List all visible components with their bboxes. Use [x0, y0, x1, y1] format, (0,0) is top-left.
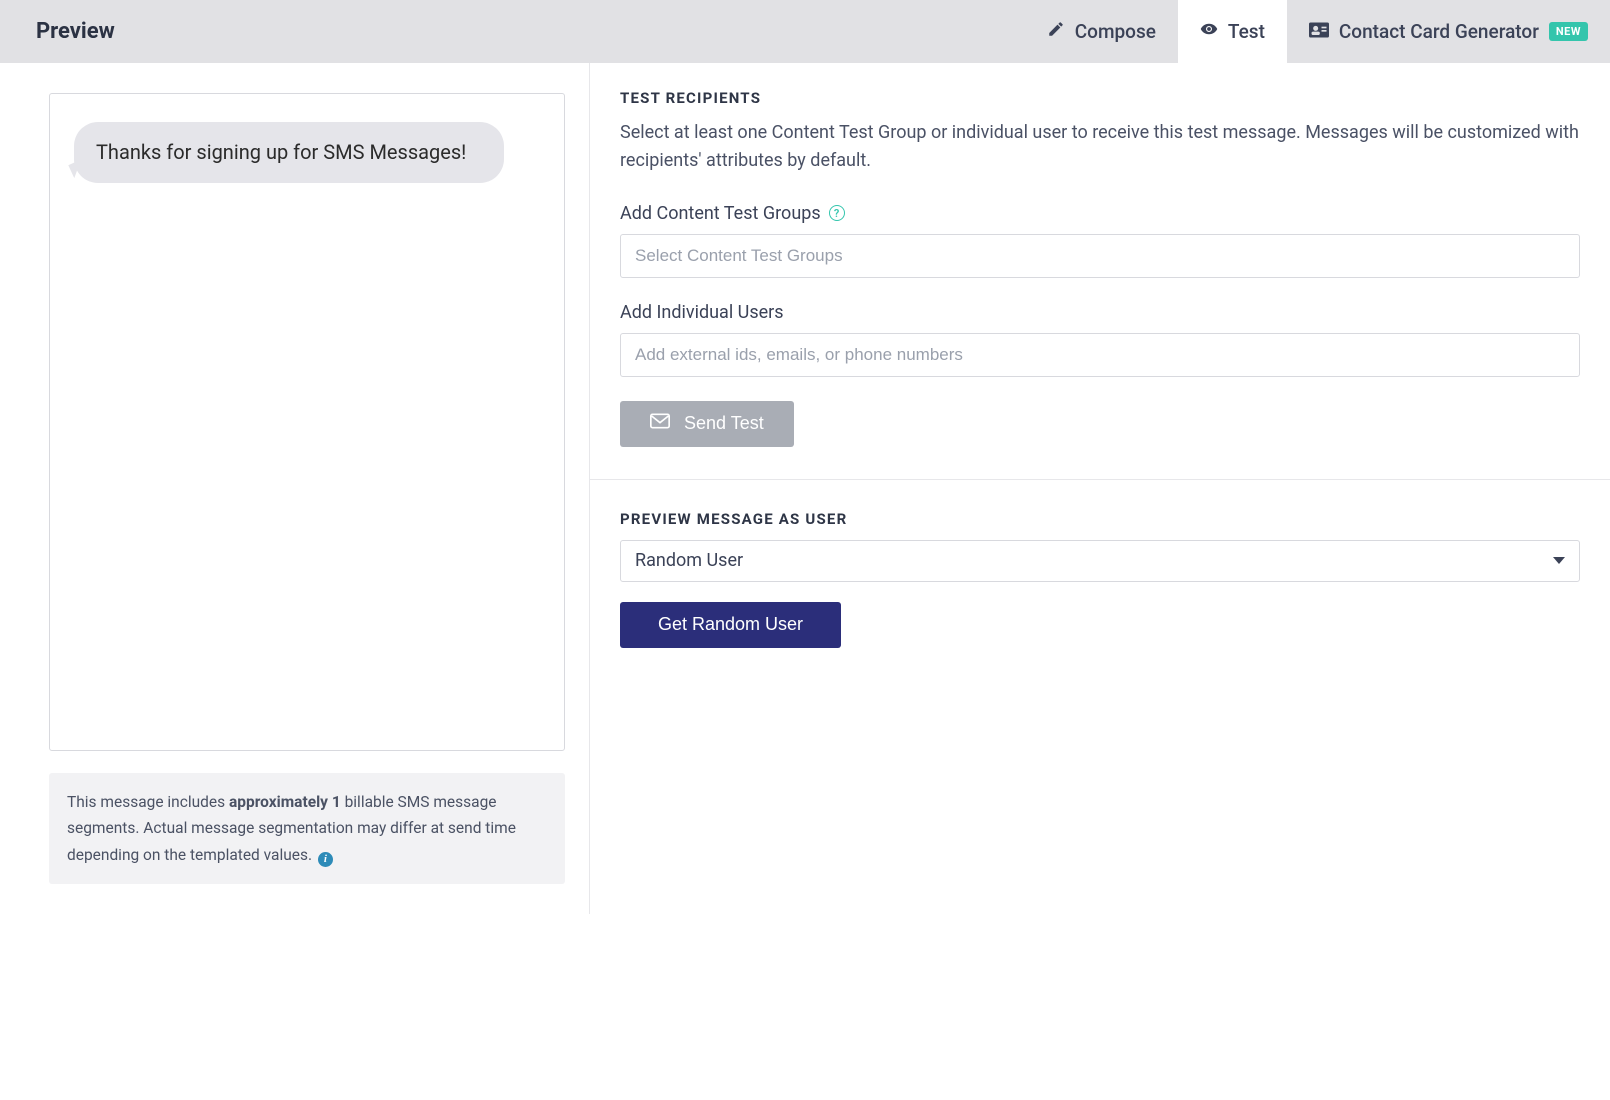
new-badge: NEW: [1549, 22, 1588, 41]
tab-compose[interactable]: Compose: [1025, 0, 1178, 63]
eye-icon: [1200, 20, 1218, 43]
page-title: Preview: [36, 0, 115, 63]
send-test-button[interactable]: Send Test: [620, 401, 794, 447]
tab-contact-card-generator[interactable]: Contact Card Generator NEW: [1287, 0, 1610, 63]
button-label: Send Test: [684, 413, 764, 434]
info-text-pre: This message includes: [67, 793, 229, 811]
content-test-groups-input[interactable]: [620, 234, 1580, 278]
preview-as-heading: PREVIEW MESSAGE AS USER: [620, 510, 1580, 528]
individual-users-label: Add Individual Users: [620, 302, 1580, 323]
pencil-icon: [1047, 20, 1065, 43]
preview-user-select[interactable]: Random User: [620, 540, 1580, 582]
label-text: Add Content Test Groups: [620, 203, 821, 224]
envelope-icon: [650, 413, 670, 434]
section-divider: [590, 479, 1610, 480]
tab-test[interactable]: Test: [1178, 0, 1287, 63]
main-content: Thanks for signing up for SMS Messages! …: [0, 63, 1610, 914]
individual-users-field: Add Individual Users: [620, 302, 1580, 377]
tab-label: Compose: [1075, 20, 1156, 43]
header-bar: Preview Compose Test Contact Card Genera…: [0, 0, 1610, 63]
sms-preview-box: Thanks for signing up for SMS Messages!: [49, 93, 565, 751]
tab-label: Test: [1228, 20, 1265, 43]
chevron-down-icon: [1553, 557, 1565, 564]
button-label: Get Random User: [658, 614, 803, 635]
help-icon[interactable]: ?: [829, 205, 845, 221]
content-test-groups-label: Add Content Test Groups ?: [620, 203, 1580, 224]
sms-message-bubble: Thanks for signing up for SMS Messages!: [74, 122, 504, 183]
get-random-user-button[interactable]: Get Random User: [620, 602, 841, 648]
test-recipients-description: Select at least one Content Test Group o…: [620, 119, 1580, 175]
preview-column: Thanks for signing up for SMS Messages! …: [0, 63, 590, 914]
tabs: Compose Test Contact Card Generator NEW: [1025, 0, 1610, 63]
test-column: TEST RECIPIENTS Select at least one Cont…: [590, 63, 1610, 914]
individual-users-input[interactable]: [620, 333, 1580, 377]
contact-card-icon: [1309, 20, 1329, 43]
select-value: Random User: [635, 550, 743, 571]
info-icon[interactable]: i: [318, 852, 333, 867]
tab-label: Contact Card Generator: [1339, 20, 1539, 43]
info-text-bold: approximately 1: [229, 793, 341, 811]
sms-bubble-wrap: Thanks for signing up for SMS Messages!: [74, 122, 504, 183]
segment-info-box: This message includes approximately 1 bi…: [49, 773, 565, 884]
test-recipients-heading: TEST RECIPIENTS: [620, 89, 1580, 107]
preview-user-select-wrap: Random User: [620, 540, 1580, 582]
content-test-groups-field: Add Content Test Groups ?: [620, 203, 1580, 278]
